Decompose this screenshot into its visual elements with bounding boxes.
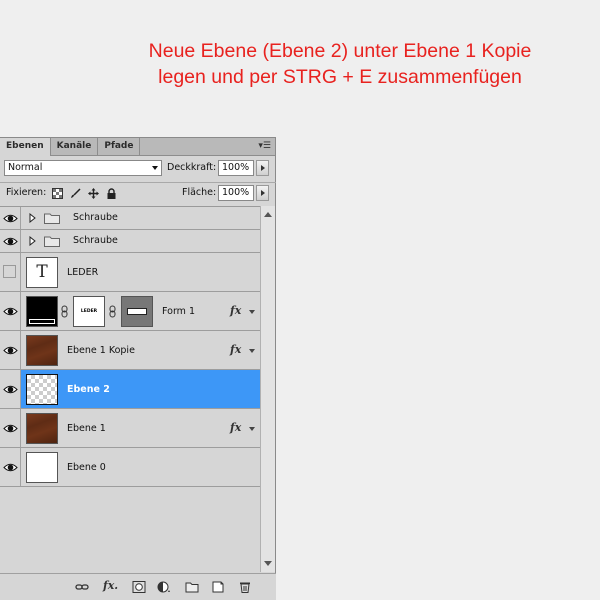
- visibility-cell[interactable]: [0, 253, 21, 291]
- layer-name: Ebene 1: [67, 423, 106, 434]
- expand-triangle-icon[interactable]: [29, 213, 36, 223]
- visibility-cell[interactable]: [0, 230, 21, 252]
- fill-thumbnail[interactable]: [26, 296, 58, 327]
- tab-ebenen[interactable]: Ebenen: [0, 138, 51, 156]
- white-thumbnail: [26, 452, 58, 483]
- layer-name: Ebene 1 Kopie: [67, 345, 135, 356]
- opacity-input[interactable]: 100%: [218, 160, 254, 176]
- fill-indicator: [29, 319, 55, 324]
- layer-row[interactable]: Schraube: [0, 207, 260, 230]
- mask-label: LEDER: [80, 309, 98, 314]
- new-layer-icon[interactable]: [211, 581, 225, 593]
- scroll-down-icon[interactable]: [264, 561, 272, 566]
- divider: [0, 182, 276, 183]
- tab-kanaele[interactable]: Kanäle: [51, 138, 99, 155]
- layer-name: LEDER: [67, 267, 99, 278]
- visibility-cell[interactable]: [0, 331, 21, 369]
- transparent-thumbnail: [26, 374, 58, 405]
- vector-shape: [127, 308, 147, 315]
- eye-icon[interactable]: [3, 304, 18, 319]
- lock-all-icon[interactable]: [106, 188, 117, 199]
- text-layer-thumbnail: T: [26, 257, 58, 288]
- folder-icon: [44, 213, 60, 224]
- lock-pixels-brush-icon[interactable]: [70, 188, 81, 199]
- layers-scrollbar[interactable]: [260, 206, 275, 572]
- chevron-down-icon[interactable]: [249, 349, 255, 353]
- layer-row[interactable]: Ebene 0: [0, 448, 260, 487]
- instruction-text: Neue Ebene (Ebene 2) unter Ebene 1 Kopie…: [60, 38, 600, 90]
- fx-icon[interactable]: fx: [230, 343, 241, 356]
- opacity-slider-button[interactable]: [256, 160, 269, 176]
- fill-slider-button[interactable]: [256, 185, 269, 201]
- lock-label: Fixieren:: [6, 187, 47, 198]
- blend-mode-value: Normal: [8, 162, 43, 173]
- fx-icon[interactable]: fx.: [103, 579, 118, 592]
- eye-icon[interactable]: [3, 234, 18, 249]
- chain-link-icon[interactable]: [61, 305, 68, 318]
- scroll-up-icon[interactable]: [264, 212, 272, 217]
- layer-row[interactable]: Ebene 1 Kopie fx: [0, 331, 260, 370]
- layer-row-selected[interactable]: Ebene 2: [0, 370, 260, 409]
- fill-input[interactable]: 100%: [218, 185, 254, 201]
- adjustment-icon[interactable]: [157, 581, 171, 593]
- layer-name: Schraube: [73, 235, 118, 246]
- layer-row[interactable]: T LEDER: [0, 253, 260, 292]
- instruction-line-1: Neue Ebene (Ebene 2) unter Ebene 1 Kopie: [148, 40, 532, 62]
- opacity-label: Deckkraft:: [167, 162, 217, 173]
- visibility-cell[interactable]: [0, 370, 21, 408]
- chevron-down-icon: [152, 166, 158, 170]
- layer-name: Ebene 2: [67, 384, 110, 395]
- lock-transparency-icon[interactable]: [52, 188, 63, 199]
- layer-name: Schraube: [73, 212, 118, 223]
- mask-icon[interactable]: [132, 581, 146, 593]
- chevron-down-icon[interactable]: [249, 427, 255, 431]
- panel-menu-icon[interactable]: ▾☰: [258, 141, 271, 151]
- layer-row[interactable]: Schraube: [0, 230, 260, 253]
- layers-panel: Ebenen Kanäle Pfade ▾☰ Normal Deckkraft:…: [0, 137, 276, 600]
- lock-position-move-icon[interactable]: [88, 188, 99, 199]
- leather-thumbnail: [26, 413, 58, 444]
- visibility-toggle-off[interactable]: [3, 265, 16, 278]
- layers-list: Schraube Schraube T LEDER LEDER Form 1 f…: [0, 206, 260, 573]
- leather-thumbnail: [26, 335, 58, 366]
- link-icon[interactable]: [75, 581, 89, 593]
- layer-row[interactable]: Ebene 1 fx: [0, 409, 260, 448]
- folder-icon[interactable]: [185, 581, 199, 593]
- trash-icon[interactable]: [238, 581, 252, 593]
- chevron-down-icon[interactable]: [249, 310, 255, 314]
- chain-link-icon[interactable]: [109, 305, 116, 318]
- folder-icon: [44, 236, 60, 247]
- eye-icon[interactable]: [3, 421, 18, 436]
- eye-icon[interactable]: [3, 343, 18, 358]
- vector-mask-thumbnail[interactable]: [121, 296, 153, 327]
- panel-tabbar: Ebenen Kanäle Pfade ▾☰: [0, 138, 275, 156]
- visibility-cell[interactable]: [0, 409, 21, 447]
- layer-name: Form 1: [162, 306, 195, 317]
- eye-icon[interactable]: [3, 211, 18, 226]
- instruction-line-2: legen und per STRG + E zusammenfügen: [158, 66, 522, 88]
- layer-mask-thumbnail[interactable]: LEDER: [73, 296, 105, 327]
- eye-icon[interactable]: [3, 460, 18, 475]
- eye-icon[interactable]: [3, 382, 18, 397]
- panel-bottom-toolbar: fx.: [0, 573, 276, 600]
- visibility-cell[interactable]: [0, 292, 21, 330]
- fx-icon[interactable]: fx: [230, 304, 241, 317]
- expand-triangle-icon[interactable]: [29, 236, 36, 246]
- layer-name: Ebene 0: [67, 462, 106, 473]
- tab-pfade[interactable]: Pfade: [98, 138, 141, 155]
- visibility-cell[interactable]: [0, 207, 21, 229]
- blend-mode-select[interactable]: Normal: [4, 160, 162, 176]
- fill-label: Fläche:: [182, 187, 217, 198]
- blend-row: Normal Deckkraft: 100%: [4, 160, 272, 178]
- layer-row[interactable]: LEDER Form 1 fx: [0, 292, 260, 331]
- text-tool-icon: T: [36, 262, 48, 282]
- visibility-cell[interactable]: [0, 448, 21, 486]
- fx-icon[interactable]: fx: [230, 421, 241, 434]
